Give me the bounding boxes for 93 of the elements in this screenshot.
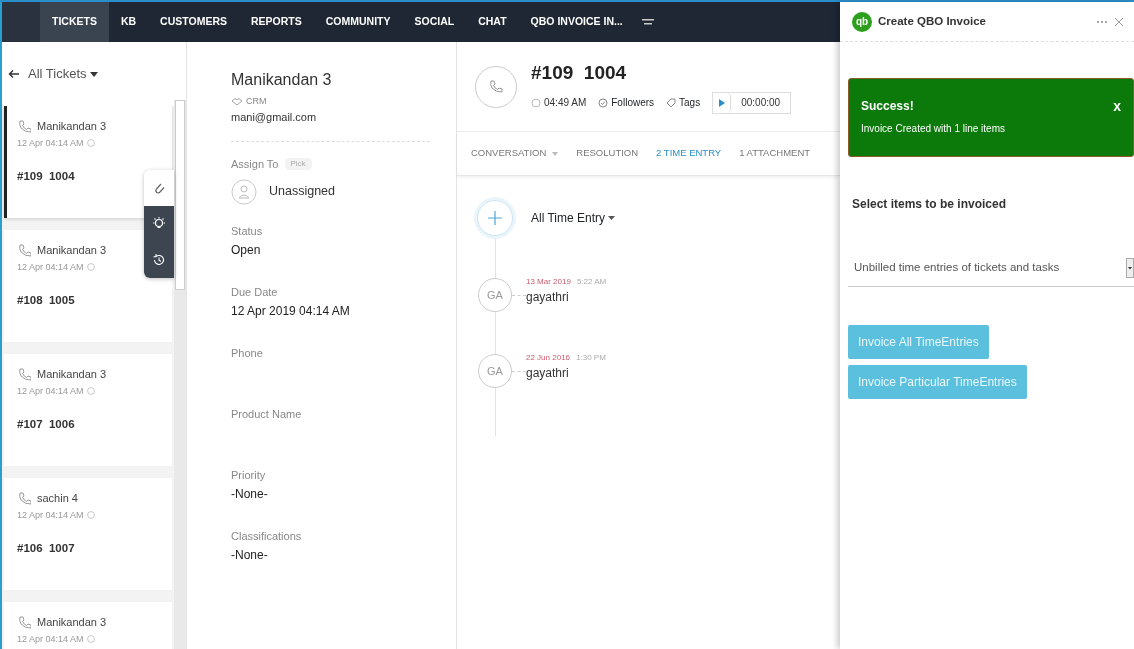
nav-tab[interactable]: KB <box>108 2 149 42</box>
field-label: Due Date <box>231 284 279 300</box>
nav-tab[interactable]: TICKETS <box>40 2 109 42</box>
nav-tab[interactable]: SOCIAL <box>402 2 467 42</box>
entry-time: 5:22 AM <box>576 276 607 288</box>
caret-icon <box>608 216 615 220</box>
entry-user: gayathri <box>526 365 570 382</box>
account-name: CRM <box>246 95 267 108</box>
alert-title: Success! <box>861 98 914 115</box>
ticket-date: 12 Apr 04:14 AM <box>17 384 84 398</box>
ticket-tab[interactable]: 1 ATTACHMENT <box>739 146 811 161</box>
history-icon <box>152 253 166 267</box>
more-icon[interactable] <box>1096 19 1108 24</box>
panel-title: Create QBO Invoice <box>878 13 987 29</box>
phone-icon <box>17 119 31 134</box>
field-label: Phone <box>231 345 264 361</box>
bulb-button[interactable] <box>144 206 174 242</box>
tag-icon <box>666 97 677 108</box>
nav-tab[interactable]: CUSTOMERS <box>148 2 239 42</box>
ticket-contact: Manikandan 3 <box>37 367 107 382</box>
contact-name: Manikandan 3 <box>231 70 333 90</box>
nav-tab[interactable]: COMMUNITY <box>313 2 403 42</box>
ticket-time: 04:49 AM <box>544 96 587 111</box>
close-icon[interactable] <box>1114 16 1124 27</box>
entry-user: gayathri <box>526 289 570 306</box>
tags-button[interactable]: Tags <box>666 95 701 111</box>
field-label: Assign To <box>231 157 279 172</box>
ticket-date: 12 Apr 04:14 AM <box>17 632 84 646</box>
ticket-date: 12 Apr 04:14 AM <box>17 508 84 522</box>
ticket-contact: Manikandan 3 <box>37 243 107 258</box>
caret-icon <box>89 71 98 77</box>
field-value: -None- <box>231 547 269 564</box>
ticket-tab[interactable]: CONVERSATION <box>471 146 559 161</box>
alert-close-button[interactable]: x <box>1113 99 1121 113</box>
ticket-date: 12 Apr 04:14 AM <box>17 260 84 274</box>
history-button[interactable] <box>144 242 174 278</box>
user-avatar: GA <box>478 354 512 388</box>
followers-button[interactable]: Followers <box>598 95 655 111</box>
ticket-title: #106 1007 <box>17 541 76 556</box>
timer-value: 00:00:00 <box>740 96 782 111</box>
nav-tab[interactable]: CHAT <box>466 2 519 42</box>
field-value: Open <box>231 242 262 259</box>
field-value: 12 Apr 2019 04:14 AM <box>231 303 351 320</box>
phone-icon <box>17 615 31 630</box>
phone-icon <box>17 491 31 506</box>
ticket-tab[interactable]: 2 TIME ENTRY <box>656 146 722 161</box>
view-dropdown[interactable]: All Tickets <box>28 64 98 84</box>
phone-icon <box>17 367 31 382</box>
select-label: Select items to be invoiced <box>852 196 1008 213</box>
nav-tab[interactable]: REPORTS <box>239 2 314 42</box>
ticket-card[interactable]: Manikandan 3 12 Apr 04:14 AM #108 1005 <box>4 230 172 342</box>
assignee-name: Unassigned <box>269 183 335 201</box>
field-value: -None- <box>231 486 269 503</box>
ticket-title: #107 1006 <box>17 417 76 432</box>
ticket-contact: Manikandan 3 <box>37 615 107 630</box>
nav-corner-panel <box>2 2 40 42</box>
bulb-icon <box>152 217 166 231</box>
entry-date: 22 Jun 2016 <box>526 352 571 364</box>
phone-icon <box>488 78 504 95</box>
paperclip-icon <box>153 181 165 195</box>
ticket-title: #109 1004 <box>17 169 76 184</box>
plus-icon <box>488 211 502 225</box>
ticket-contact: sachin 4 <box>37 491 78 506</box>
phone-icon <box>17 243 31 258</box>
menu-icon[interactable] <box>640 17 655 27</box>
field-label: Product Name <box>231 406 303 422</box>
logo-icon: qb <box>852 11 872 32</box>
ticket-card[interactable]: Manikandan 3 12 Apr 04:14 AM <box>4 602 172 649</box>
ticket-date: 12 Apr 04:14 AM <box>17 136 84 150</box>
field-label: Priority <box>231 467 267 483</box>
ticket-title: #108 1005 <box>17 293 76 308</box>
items-select[interactable]: Unbilled time entries of tickets and tasks <box>848 249 1134 287</box>
ticket-card[interactable]: Manikandan 3 12 Apr 04:14 AM #109 1004 <box>4 106 172 218</box>
ticket-tab[interactable]: RESOLUTION <box>576 146 639 161</box>
scrollbar[interactable] <box>174 100 186 649</box>
alert-message: Invoice Created with 1 line items <box>861 122 1006 136</box>
filter-dropdown[interactable]: All Time Entry <box>531 209 615 227</box>
ticket-contact: Manikandan 3 <box>37 119 107 134</box>
entry-date: 13 Mar 2019 <box>526 276 571 288</box>
user-avatar: GA <box>478 278 512 312</box>
field-label: Status <box>231 223 264 239</box>
entry-time: 1:30 PM <box>576 352 606 364</box>
field-label: Classifications <box>231 528 303 544</box>
ticket-card[interactable]: Manikandan 3 12 Apr 04:14 AM #107 1006 <box>4 354 172 466</box>
nav-tab[interactable]: QBO INVOICE IN... <box>518 2 635 42</box>
ticket-title: #109 1004 <box>531 61 628 86</box>
back-arrow-icon[interactable] <box>8 69 20 79</box>
user-avatar-icon <box>231 178 257 205</box>
attachment-button[interactable] <box>144 170 174 206</box>
check-circle-icon <box>598 97 609 108</box>
ticket-card[interactable]: sachin 4 12 Apr 04:14 AM #106 1007 <box>4 478 172 590</box>
contact-email: mani@gmail.com <box>231 109 318 125</box>
play-icon <box>718 98 725 107</box>
